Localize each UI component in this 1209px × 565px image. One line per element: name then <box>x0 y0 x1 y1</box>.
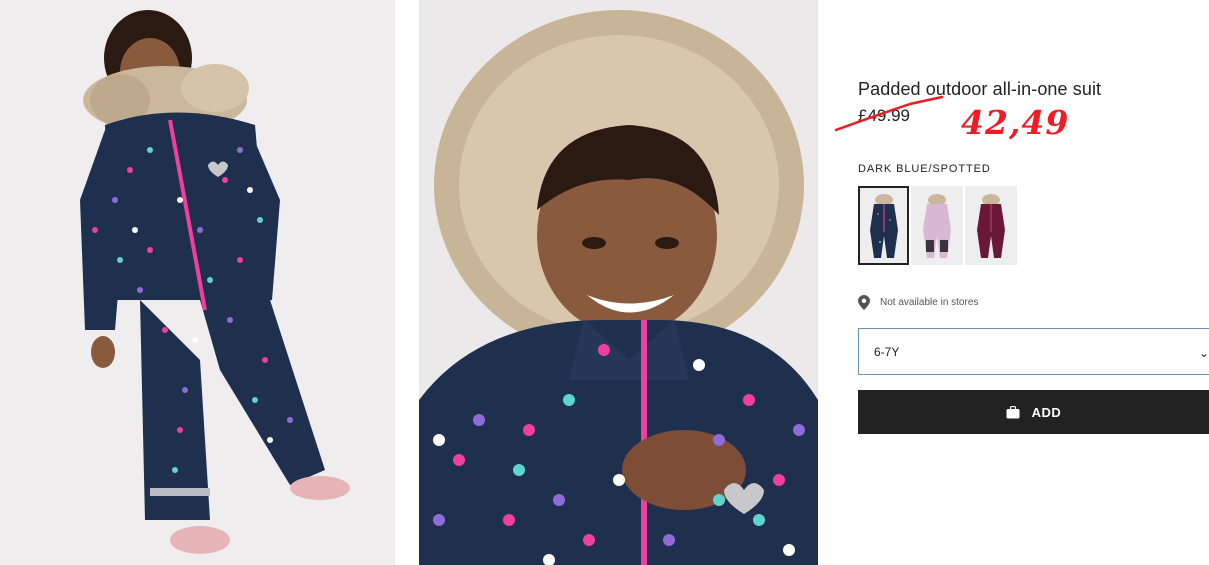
suit-thumbnail-plum <box>977 193 1005 258</box>
location-pin-icon <box>858 295 870 310</box>
selected-color-label: DARK BLUE/SPOTTED <box>858 163 991 175</box>
product-info-panel: Padded outdoor all-in-one suit £49.99 42… <box>834 0 1209 565</box>
original-price: £49.99 <box>858 106 910 125</box>
add-button-label: ADD <box>1031 404 1062 420</box>
child-closeup-illustration <box>419 10 818 565</box>
store-availability: Not available in stores <box>858 295 978 310</box>
swatch-light-pink[interactable] <box>911 186 963 265</box>
sale-price-annotation: 42,49 <box>961 103 1070 142</box>
product-photo-full-body[interactable] <box>0 0 395 565</box>
product-title: Padded outdoor all-in-one suit <box>858 79 1102 99</box>
swatch-plum[interactable] <box>965 186 1017 265</box>
color-swatches <box>858 186 1017 265</box>
suit-thumbnail-pink <box>923 193 951 258</box>
product-photo-closeup[interactable] <box>419 0 818 565</box>
size-select[interactable]: 6-7Y ⌄ <box>858 328 1209 375</box>
chevron-down-icon: ⌄ <box>1198 346 1209 360</box>
product-page: Padded outdoor all-in-one suit £49.99 42… <box>0 0 1209 565</box>
swatch-dark-blue-spotted[interactable] <box>858 186 909 265</box>
size-select-value: 6-7Y <box>874 344 900 359</box>
add-to-bag-button[interactable]: ADD <box>858 390 1209 434</box>
shopping-bag-icon <box>1006 405 1020 419</box>
store-availability-text: Not available in stores <box>880 297 979 308</box>
suit-thumbnail-navy <box>869 193 898 258</box>
child-full-body-illustration <box>80 10 350 554</box>
